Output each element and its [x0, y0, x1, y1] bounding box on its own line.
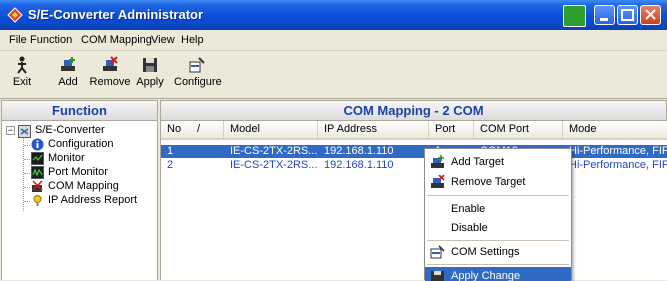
converter-icon — [18, 125, 31, 138]
menu-remove-target[interactable]: Remove Target — [425, 172, 571, 192]
com-mapping-header: COM Mapping - 2 COM — [160, 100, 667, 121]
column-header-no[interactable]: No / — [161, 121, 224, 140]
menu-enable[interactable]: Enable — [425, 199, 571, 219]
table-row[interactable]: 2 IE-CS-2TX-2RS... 192.168.1.110 Hi-Perf… — [161, 159, 667, 172]
monitor-icon — [31, 152, 44, 165]
menu-help[interactable]: Help — [181, 34, 204, 46]
function-tree: − S/E-Converter Configuration Monitor Po… — [1, 121, 158, 280]
add-button[interactable]: Add — [54, 53, 82, 95]
apply-change-icon — [431, 271, 444, 281]
menu-apply-change[interactable]: Apply Change — [425, 267, 571, 281]
menu-separator — [427, 264, 569, 265]
column-header-ip-address[interactable]: IP Address — [318, 121, 429, 140]
sort-indicator: / — [197, 123, 201, 135]
menu-function[interactable]: Function — [30, 34, 72, 46]
toolbar: Exit Add Remove Apply Configure — [0, 51, 667, 99]
menu-file[interactable]: File — [9, 34, 27, 46]
function-panel-header: Function — [1, 100, 158, 121]
menu-disable[interactable]: Disable — [425, 218, 571, 238]
com-settings-icon — [430, 245, 445, 259]
column-header-mode[interactable]: Mode — [563, 121, 667, 140]
context-menu: Add Target Remove Target Enable Disable … — [424, 148, 572, 281]
menu-bar: File Function COM Mapping View Help — [0, 30, 667, 51]
menu-com-settings[interactable]: COM Settings — [425, 242, 571, 262]
app-logo-icon — [7, 7, 23, 23]
port-monitor-icon — [31, 166, 44, 179]
maximize-button[interactable] — [617, 5, 638, 25]
remove-icon — [103, 56, 118, 71]
apply-button[interactable]: Apply — [134, 53, 166, 95]
save-icon — [143, 58, 157, 72]
network-status-icon[interactable] — [563, 5, 586, 27]
com-mapping-icon — [32, 180, 43, 192]
column-header-port[interactable]: Port — [429, 121, 474, 140]
configure-button[interactable]: Configure — [174, 53, 222, 95]
menu-view[interactable]: View — [151, 34, 175, 46]
remove-button[interactable]: Remove — [88, 53, 132, 95]
column-header-model[interactable]: Model — [224, 121, 318, 140]
info-icon — [31, 138, 44, 151]
menu-com-mapping[interactable]: COM Mapping — [81, 34, 152, 46]
maximize-icon — [621, 9, 634, 21]
column-header-com-port[interactable]: COM Port — [474, 121, 563, 140]
window-title: S/E-Converter Administrator — [28, 7, 204, 22]
com-mapping-list: No / Model IP Address Port COM Port Mode… — [160, 121, 667, 280]
close-icon — [645, 9, 656, 20]
minimize-button[interactable] — [594, 5, 615, 25]
ip-report-icon — [33, 195, 42, 206]
tree-collapse-toggle[interactable]: − — [6, 126, 15, 135]
menu-separator — [427, 240, 569, 241]
configure-icon — [189, 57, 205, 73]
minimize-icon — [600, 18, 608, 21]
remove-target-icon — [431, 175, 445, 188]
close-button[interactable] — [640, 5, 661, 25]
add-icon — [61, 57, 75, 71]
menu-add-target[interactable]: Add Target — [425, 152, 571, 172]
exit-button[interactable]: Exit — [8, 53, 36, 95]
title-bar[interactable]: S/E-Converter Administrator — [0, 0, 667, 30]
exit-icon — [17, 56, 27, 74]
add-target-icon — [431, 155, 444, 168]
menu-separator — [427, 195, 569, 196]
table-row[interactable]: 1 IE-CS-2TX-2RS... 192.168.1.110 1 COM12… — [161, 145, 667, 158]
